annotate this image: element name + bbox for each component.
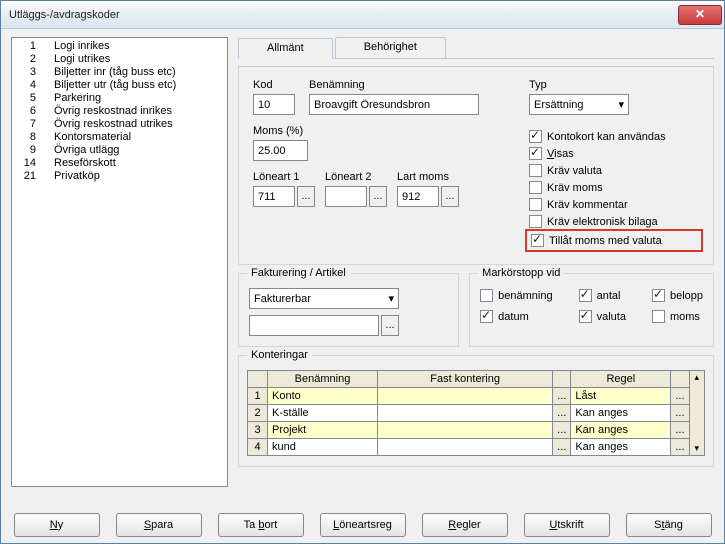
benamning-input[interactable]	[309, 94, 479, 115]
tabstrip: Allmänt Behörighet	[238, 37, 714, 59]
markorstopp-group: Markörstopp vid benämning antal belopp d…	[469, 273, 714, 347]
lartmoms-lookup-button[interactable]: ...	[441, 186, 459, 207]
table-row[interactable]: 4kund...Kan anges...	[248, 439, 690, 456]
stang-button[interactable]: Stäng	[626, 513, 712, 537]
list-item[interactable]: 6Övrig reskostnad inrikes	[16, 105, 223, 118]
check-marker-benamning[interactable]: benämning	[480, 288, 552, 303]
close-button[interactable]: ✕	[678, 5, 722, 25]
close-icon: ✕	[695, 7, 705, 21]
list-item[interactable]: 7Övrig reskostnad utrikes	[16, 118, 223, 131]
regel-lookup-button[interactable]: ...	[671, 439, 689, 456]
artikel-input[interactable]	[249, 315, 379, 336]
scroll-up-icon: ▴	[694, 372, 699, 383]
check-krav-moms[interactable]: Kräv moms	[529, 180, 699, 195]
check-krav-kommentar[interactable]: Kräv kommentar	[529, 197, 699, 212]
fast-lookup-button[interactable]: ...	[553, 422, 571, 439]
loneart2-input[interactable]	[325, 186, 367, 207]
list-item[interactable]: 14Reseförskott	[16, 157, 223, 170]
check-marker-datum[interactable]: datum	[480, 309, 552, 324]
loneart1-lookup-button[interactable]: ...	[297, 186, 315, 207]
utskrift-button[interactable]: Utskrift	[524, 513, 610, 537]
col-fast: Fast kontering	[378, 371, 553, 388]
button-bar: Ny Spara Ta bort Löneartsreg Regler Utsk…	[11, 509, 714, 537]
codes-listbox[interactable]: 1Logi inrikes2Logi utrikes3Biljetter inr…	[11, 37, 228, 487]
check-krav-ebilaga[interactable]: Kräv elektronisk bilaga	[529, 214, 699, 229]
ny-button[interactable]: Ny	[14, 513, 100, 537]
regel-lookup-button[interactable]: ...	[671, 405, 689, 422]
tab-general[interactable]: Allmänt	[238, 38, 333, 59]
fakturering-combo[interactable]: Fakturerbar ▾	[249, 288, 399, 309]
list-item[interactable]: 21Privatköp	[16, 170, 223, 183]
general-panel: Kod Benämning Moms (%)	[238, 66, 714, 265]
fast-lookup-button[interactable]: ...	[553, 388, 571, 405]
loneartsreg-button[interactable]: Löneartsreg	[320, 513, 406, 537]
regler-button[interactable]: Regler	[422, 513, 508, 537]
check-marker-belopp[interactable]: belopp	[652, 288, 703, 303]
lartmoms-input[interactable]	[397, 186, 439, 207]
window-title: Utläggs-/avdragskoder	[9, 9, 120, 21]
tabort-button[interactable]: Ta bort	[218, 513, 304, 537]
artikel-lookup-button[interactable]: ...	[381, 315, 399, 336]
check-marker-antal[interactable]: antal	[579, 288, 626, 303]
benamning-label: Benämning	[309, 79, 509, 91]
list-item[interactable]: 2Logi utrikes	[16, 53, 223, 66]
typ-combo[interactable]: Ersättning ▾	[529, 94, 629, 115]
fast-lookup-button[interactable]: ...	[553, 405, 571, 422]
check-tillat-moms-valuta[interactable]: Tillåt moms med valuta	[531, 233, 697, 248]
highlight-frame: Tillåt moms med valuta	[525, 229, 703, 252]
typ-label: Typ	[529, 79, 699, 91]
check-visas[interactable]: Visas	[529, 146, 699, 161]
regel-lookup-button[interactable]: ...	[671, 422, 689, 439]
regel-lookup-button[interactable]: ...	[671, 388, 689, 405]
chevron-down-icon: ▾	[618, 98, 624, 111]
window-frame: Utläggs-/avdragskoder ✕ 1Logi inrikes2Lo…	[0, 0, 725, 544]
titlebar: Utläggs-/avdragskoder ✕	[1, 1, 724, 29]
list-item[interactable]: 8Kontorsmaterial	[16, 131, 223, 144]
table-scrollbar[interactable]: ▴ ▾	[690, 370, 705, 456]
col-regel: Regel	[571, 371, 671, 388]
fast-lookup-button[interactable]: ...	[553, 439, 571, 456]
konteringar-table[interactable]: Benämning Fast kontering Regel 1Konto...…	[247, 370, 690, 456]
list-item[interactable]: 4Biljetter utr (tåg buss etc)	[16, 79, 223, 92]
chevron-down-icon: ▾	[388, 292, 394, 305]
moms-input[interactable]	[253, 140, 308, 161]
list-item[interactable]: 9Övriga utlägg	[16, 144, 223, 157]
lartmoms-label: Lart moms	[397, 171, 459, 183]
table-row[interactable]: 2K-ställe...Kan anges...	[248, 405, 690, 422]
list-item[interactable]: 1Logi inrikes	[16, 40, 223, 53]
check-marker-valuta[interactable]: valuta	[579, 309, 626, 324]
check-kontokort[interactable]: Kontokort kan användas	[529, 129, 699, 144]
list-item[interactable]: 3Biljetter inr (tåg buss etc)	[16, 66, 223, 79]
konteringar-group: Konteringar Benämning Fast kontering Reg…	[238, 355, 714, 467]
check-marker-moms[interactable]: moms	[652, 309, 703, 324]
loneart2-label: Löneart 2	[325, 171, 387, 183]
scroll-down-icon: ▾	[694, 443, 699, 454]
loneart1-label: Löneart 1	[253, 171, 315, 183]
spara-button[interactable]: Spara	[116, 513, 202, 537]
list-item[interactable]: 5Parkering	[16, 92, 223, 105]
kod-label: Kod	[253, 79, 295, 91]
kod-input[interactable]	[253, 94, 295, 115]
table-row[interactable]: 3Projekt...Kan anges...	[248, 422, 690, 439]
col-benamning: Benämning	[268, 371, 378, 388]
client-area: 1Logi inrikes2Logi utrikes3Biljetter inr…	[1, 29, 724, 543]
table-row[interactable]: 1Konto...Låst...	[248, 388, 690, 405]
tab-permissions[interactable]: Behörighet	[335, 37, 446, 58]
fakturering-legend: Fakturering / Artikel	[247, 267, 350, 279]
markorstopp-legend: Markörstopp vid	[478, 267, 564, 279]
fakturering-group: Fakturering / Artikel Fakturerbar ▾ ...	[238, 273, 459, 347]
konteringar-legend: Konteringar	[247, 349, 312, 361]
loneart2-lookup-button[interactable]: ...	[369, 186, 387, 207]
moms-label: Moms (%)	[253, 125, 308, 137]
typ-value: Ersättning	[534, 99, 584, 111]
loneart1-input[interactable]	[253, 186, 295, 207]
check-krav-valuta[interactable]: Kräv valuta	[529, 163, 699, 178]
